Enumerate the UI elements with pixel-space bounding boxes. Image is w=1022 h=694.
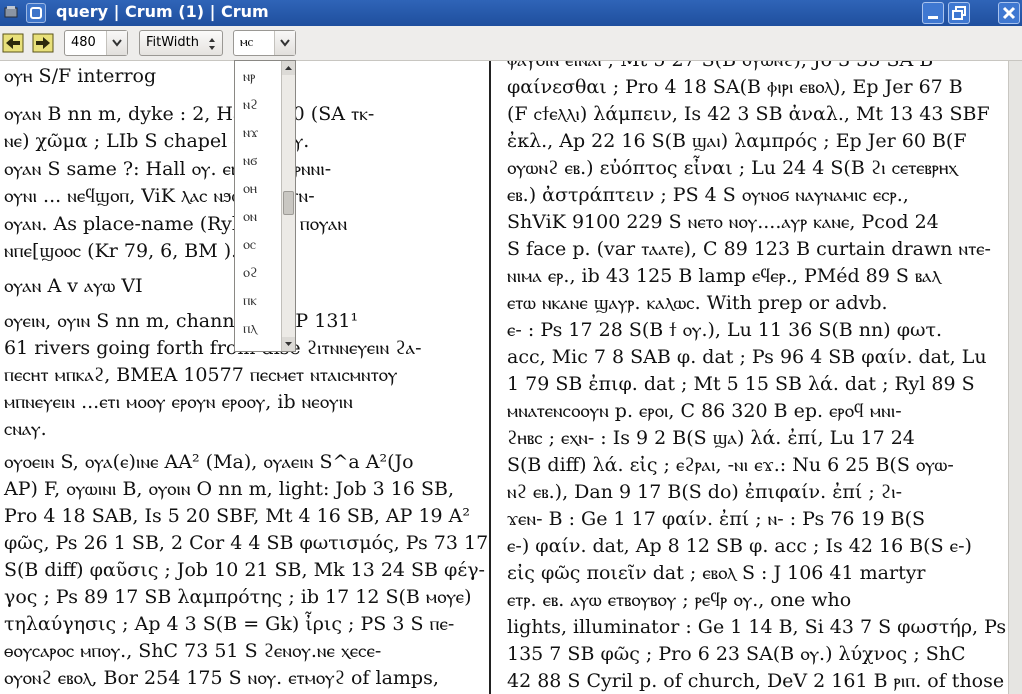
letter-combo[interactable]: ⲙⲥ [233, 30, 296, 56]
restore-icon [952, 6, 966, 20]
text-line: ⲑⲟⲩⲥⲁⲣⲟⲥ ⲙⲡⲟⲩ., ShC 73 51 S ϩⲉⲛⲟⲩ.ⲛⲉ ⲭⲉⲥ… [4, 640, 382, 662]
window-menu-icon [30, 7, 42, 19]
scroll-up-icon [285, 66, 292, 70]
window-title: query | Crum (1) | Crum [56, 2, 269, 21]
up-down-arrows-icon [209, 38, 215, 50]
back-button[interactable] [2, 32, 24, 54]
letter-option[interactable]: ⲟⲥ [243, 233, 256, 257]
chevron-down-icon [112, 39, 122, 47]
text-line: S(B diff) φαῦσις ; Job 10 21 SB, Mk 13 2… [4, 559, 485, 581]
forward-button[interactable] [32, 32, 54, 54]
letter-option[interactable]: ⲛϫ [243, 121, 258, 145]
minimize-button[interactable] [922, 2, 944, 24]
text-line: ⲥⲛⲁⲩ. [4, 418, 47, 440]
scroll-thumb[interactable] [283, 191, 294, 215]
text-line: AP) F, ⲟⲩⲱⲓⲛⲓ B, ⲟⲩⲟⲓⲛ O nn m, light: Jo… [4, 478, 455, 500]
scroll-down-button[interactable] [282, 337, 295, 351]
maximize-button[interactable] [948, 2, 970, 24]
text-line: ⲉⲃ.) ἀστράπτειν ; PS 4 S ⲟⲩⲛⲟϭ ⲛⲁⲩⲛⲁⲙⲓⲥ … [507, 184, 909, 206]
page-dropdown-button[interactable] [106, 31, 127, 55]
text-line: 1 79 SB ἐπιφ. dat ; Mt 5 15 SB λά. dat ;… [507, 373, 975, 395]
letter-option[interactable]: ⲡⲕ [243, 289, 257, 313]
letter-option[interactable]: ⲟⲏ [243, 177, 257, 201]
toolbar: 480 FitWidth ⲙⲥ [0, 26, 1022, 61]
right-arrow-icon [32, 33, 54, 53]
text-line: φαίνεσθαι ; Pro 4 18 SA(B ⲫⲓⲣⲓ ⲉⲃⲟⲗ), Ep… [507, 76, 963, 98]
text-line: ⲉ- : Ps 17 28 S(B ϯ ⲟⲩ.), Lu 11 36 S(B n… [507, 319, 943, 341]
text-line: S(B diff) λά. εἰς ; ⲉϩⲣⲁⲓ, -ⲛⲓ ⲉϫ.: Nu 6… [507, 454, 954, 476]
text-line: τηλαύγησις ; Ap 4 3 S(B = Gk) ἶρις ; PS … [4, 613, 455, 635]
text-line: ⲫⲁⲩⲟⲓⲛ ⲉⲓⲛⲁⲓ ; Mt 5 27 S(B ⲟⲩⲱⲛϩ), Jo 3 … [507, 61, 933, 72]
text-line: ⲟⲩⲁⲛ A v ⲁⲩⲱ VI [4, 275, 143, 297]
letter-option[interactable]: ⲟϩ [243, 261, 257, 285]
text-line: φῶς, Ps 26 1 SB, 2 Cor 4 4 SB φωτισμός, … [4, 532, 489, 554]
zoom-mode-select[interactable]: FitWidth [139, 30, 223, 56]
text-line: Pro 4 18 SAB, Is 5 20 SBF, Mt 4 16 SB, A… [4, 505, 471, 527]
text-line: ἐκλ., Ap 22 16 S(B ϣⲁⲓ) λαμπρός ; Ep Jer… [507, 130, 967, 152]
letter-option[interactable]: ⲛϩ [243, 93, 258, 117]
text-line: ⲛⲡⲉ[ϣⲟⲟⲥ (Kr 79, 6, BM ). [4, 240, 238, 262]
close-button[interactable] [998, 2, 1020, 24]
text-line: S face p. (var ⲧⲁⲁⲧⲉ), C 89 123 B curtai… [507, 238, 991, 260]
page-number-combo[interactable]: 480 [64, 30, 128, 56]
text-line: ⲉⲧⲱ ⲛⲕⲁⲛⲉ ϣⲁⲩⲣ. ⲕⲁⲗⲱⲥ. With prep or advb… [507, 292, 888, 314]
window-menu-button[interactable] [26, 3, 46, 23]
text-line: ⲙⲡⲛⲉⲩⲉⲓⲛ ...ⲉⲧⲓ ⲙⲟⲟⲩ ⲉⲣⲟⲩⲛ ⲉⲣⲟⲟⲩ, ib ⲛⲉⲟ… [4, 391, 353, 413]
text-line: ϩⲏⲃⲥ ; ⲉⲭⲛ- : Is 9 2 B(S ϣⲁ) λά. ἐπί, Lu… [507, 427, 915, 449]
letter-option[interactable]: ⲛϭ [243, 149, 257, 173]
text-line: 61 rivers going forth from dise ϩⲓⲧⲛⲛⲉⲩⲉ… [4, 337, 422, 359]
text-line: γος ; Ps 89 17 SB λαμπρότης ; ib 17 12 S… [4, 586, 472, 608]
text-line: 42 88 S Cyril p. of church, DeV 2 161 B … [507, 670, 1005, 692]
text-line: acc, Mic 7 8 SAB φ. dat ; Ps 96 4 SB φαί… [507, 346, 987, 368]
text-line: ⲛⲓⲙⲁ ⲉⲣ., ib 43 125 B lamp ⲉϥⲉⲣ., PMéd 8… [507, 265, 941, 287]
text-line: ⲉⲧⲣ. ⲉⲃ. ⲁⲩⲱ ⲉⲧⲃⲟⲩⲃⲟⲩ ; ⲣⲉϥⲣ ⲟⲩ., one wh… [507, 589, 852, 611]
letter-dropdown-list[interactable]: ⲛⲣ ⲛϩ ⲛϫ ⲛϭ ⲟⲏ ⲟⲛ ⲟⲥ ⲟϩ ⲡⲕ ⲡⲗ [234, 60, 296, 352]
document-scrollbar[interactable] [1008, 61, 1022, 694]
text-line: ⲡⲉⲥⲏⲧ ⲙⲡⲕⲁϩ, BMEA 10577 ⲡⲉⲥⲙⲉⲧ ⲛⲧⲁⲓⲥⲙⲛⲧⲟ… [4, 364, 398, 386]
document-page[interactable]: ⲟⲩⲏ S/F interrog ⲟⲩⲁⲛ B nn m, dyke : 2, … [0, 61, 1022, 694]
column-divider [489, 61, 491, 694]
text-line: ⲛϩ ⲉⲃ.), Dan 9 17 B(S do) ἐπιφαίν. ἐπί ;… [507, 481, 903, 503]
text-line: 135 7 SB φῶς ; Pro 6 23 SA(B ⲟⲩ.) λύχνος… [507, 643, 966, 665]
letter-dropdown-button[interactable] [274, 31, 295, 55]
scroll-up-button[interactable] [282, 61, 295, 75]
text-line: ShViK 9100 229 S ⲛⲉⲧⲟ ⲛⲟⲩ....ⲁⲩⲣ ⲕⲁⲛⲉ, P… [507, 211, 939, 233]
close-icon [1002, 6, 1016, 20]
text-line: ⲟⲩⲟⲛϩ ⲉⲃⲟⲗ, Bor 254 175 S ⲛⲟⲩ. ⲉⲧⲙⲟⲩϩ of… [4, 667, 439, 689]
letter-option[interactable]: ⲟⲛ [243, 205, 257, 229]
text-line: (F ⲥϯⲉⲗⲗⲓ) λάμπειν, Is 42 3 SB ἀναλ., Mt… [507, 103, 990, 125]
title-bar: query | Crum (1) | Crum [0, 0, 1022, 26]
minimize-icon [928, 16, 938, 19]
letter-option[interactable]: ⲡⲗ [243, 317, 257, 341]
text-line: ⲟⲩⲏ S/F interrog [4, 65, 157, 87]
page-number-value: 480 [71, 35, 96, 50]
letter-value: ⲙⲥ [240, 35, 254, 50]
zoom-mode-value: FitWidth [146, 35, 200, 50]
chevron-down-icon [280, 39, 290, 47]
left-arrow-icon [2, 33, 24, 53]
text-line: ϫⲉⲛ- B : Ge 1 17 φαίν. ἐπί ; ⲛ- : Ps 76 … [507, 508, 926, 530]
text-line: lights, illuminator : Ge 1 14 B, Si 43 7… [507, 616, 1007, 638]
app-icon [4, 6, 18, 18]
scroll-down-icon [285, 342, 292, 346]
text-line: ⲟⲩⲁⲛ B nn m, dyke : 2, Hab 1 10 (SA ⲧⲕ- [4, 103, 375, 125]
text-line: ⲙⲛⲁⲧⲉⲛⲥⲟⲟⲩⲛ p. ⲉⲣⲟⲓ, C 86 320 B ep. ⲉⲣⲟϥ… [507, 400, 902, 422]
text-line: ⲉ-) φαίν. dat, Ap 8 12 SB φ. acc ; Is 42… [507, 535, 972, 557]
text-line: ⲟⲩⲱⲛϩ ⲉⲃ.) εὐόπτος εἶναι ; Lu 24 4 S(B ϩ… [507, 157, 958, 179]
letter-option[interactable]: ⲛⲣ [243, 65, 255, 89]
text-line: ⲟⲩⲉⲓⲛ, ⲟⲩⲓⲛ S nn m, channel (?): P 131¹ [4, 310, 359, 332]
text-line: ⲟⲩⲟⲉⲓⲛ S, ⲟⲩⲁ(ⲉ)ⲓⲛⲉ AA² (Ma), ⲟⲩⲁⲉⲓⲛ S^a… [4, 451, 414, 473]
text-line: εἰς φῶς ποιεῖν dat ; ⲉⲃⲟⲗ S : J 106 41 m… [507, 562, 926, 584]
dropdown-scrollbar[interactable] [281, 61, 295, 351]
